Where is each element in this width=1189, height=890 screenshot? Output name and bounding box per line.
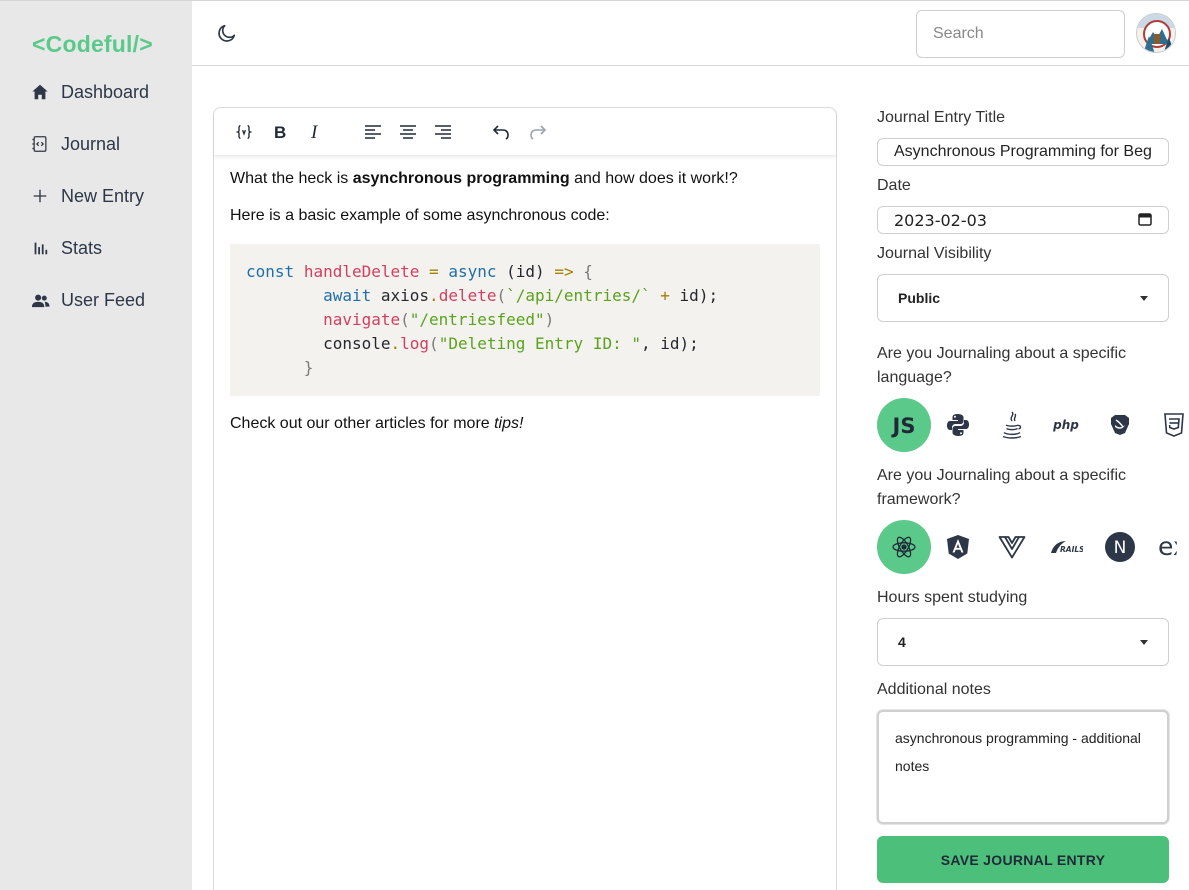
calendar-icon[interactable] <box>1138 211 1152 230</box>
hours-label: Hours spent studying <box>877 589 1028 606</box>
date-input[interactable]: 2023-02-03 <box>877 206 1169 234</box>
editor-content[interactable]: What the heck is asynchronous programmin… <box>214 156 836 433</box>
svg-text:B: B <box>274 123 286 141</box>
hours-select[interactable]: 4 <box>877 618 1169 666</box>
sidebar-item-new-entry[interactable]: New Entry <box>30 183 149 209</box>
editor-paragraph: Check out our other articles for more ti… <box>230 415 524 432</box>
svg-text:I: I <box>310 123 319 141</box>
top-bar <box>192 0 1189 66</box>
brand-logo[interactable]: <Codeful/> <box>32 31 153 58</box>
swift-icon[interactable] <box>1093 398 1147 452</box>
date-value: 2023-02-03 <box>894 210 987 230</box>
users-icon <box>30 290 50 310</box>
language-label: Are you Journaling about a specific lang… <box>877 345 1127 386</box>
editor-paragraph: What the heck is asynchronous programmin… <box>230 170 738 187</box>
date-label: Date <box>877 177 911 194</box>
visibility-label: Journal Visibility <box>877 245 992 262</box>
sidebar: <Codeful/> Dashboard Journal New Entry S… <box>0 0 192 890</box>
sidebar-item-label: User Feed <box>61 289 146 310</box>
rich-text-editor[interactable]: B I What the heck is asynchronous progra… <box>213 107 837 890</box>
java-icon[interactable] <box>985 398 1039 452</box>
align-left-icon[interactable] <box>362 121 384 143</box>
sidebar-nav: Dashboard Journal New Entry Stats User F… <box>30 79 149 339</box>
sidebar-item-user-feed[interactable]: User Feed <box>30 287 149 313</box>
sidebar-item-stats[interactable]: Stats <box>30 235 149 261</box>
code-block-icon[interactable] <box>233 121 255 143</box>
redo-icon[interactable] <box>527 121 549 143</box>
svg-text:php: php <box>1052 418 1079 432</box>
sidebar-item-label: Dashboard <box>61 81 150 102</box>
search-input[interactable] <box>916 10 1125 58</box>
svg-text:RAILS: RAILS <box>1060 545 1083 554</box>
bar-chart-icon <box>30 238 50 258</box>
bold-icon[interactable]: B <box>269 121 291 143</box>
visibility-value: Public <box>898 290 941 306</box>
svg-text:N: N <box>1114 538 1127 558</box>
hours-value: 4 <box>898 634 906 650</box>
title-label: Journal Entry Title <box>877 109 1006 126</box>
chevron-down-icon <box>1140 295 1148 301</box>
framework-options: RAILS N ex <box>877 520 1177 574</box>
php-icon[interactable]: php <box>1039 398 1093 452</box>
italic-icon[interactable]: I <box>304 121 326 143</box>
rails-icon[interactable]: RAILS <box>1039 520 1093 574</box>
react-icon[interactable] <box>877 520 931 574</box>
code-block: const handleDelete = async (id) => { awa… <box>230 244 820 396</box>
editor-paragraph: Here is a basic example of some asynchro… <box>230 207 610 224</box>
notes-label: Additional notes <box>877 681 991 698</box>
plus-icon <box>30 186 50 206</box>
avatar[interactable] <box>1136 13 1176 53</box>
notes-textarea[interactable]: asynchronous programming - additional no… <box>877 710 1169 824</box>
language-options: JS php <box>877 398 1189 452</box>
save-journal-entry-button[interactable]: SAVE JOURNAL ENTRY <box>877 836 1169 883</box>
vue-icon[interactable] <box>985 520 1039 574</box>
title-input[interactable]: Asynchronous Programming for Beg <box>877 138 1169 166</box>
framework-label: Are you Journaling about a specific fram… <box>877 467 1127 508</box>
sidebar-item-dashboard[interactable]: Dashboard <box>30 79 149 105</box>
sidebar-item-label: Stats <box>61 237 103 258</box>
align-right-icon[interactable] <box>432 121 454 143</box>
javascript-icon[interactable]: JS <box>877 398 931 452</box>
editor-toolbar: B I <box>214 108 836 156</box>
sidebar-item-label: New Entry <box>61 185 145 206</box>
chevron-down-icon <box>1140 639 1148 645</box>
svg-text:JS: JS <box>891 414 916 438</box>
home-icon <box>30 82 50 102</box>
journal-icon <box>30 134 50 154</box>
css3-icon[interactable] <box>1147 398 1189 452</box>
express-icon[interactable]: ex <box>1147 520 1177 574</box>
python-icon[interactable] <box>931 398 985 452</box>
moon-icon[interactable] <box>216 22 238 44</box>
sidebar-item-label: Journal <box>61 133 121 154</box>
align-center-icon[interactable] <box>397 121 419 143</box>
nextjs-icon[interactable]: N <box>1093 520 1147 574</box>
sidebar-item-journal[interactable]: Journal <box>30 131 149 157</box>
angular-icon[interactable] <box>931 520 985 574</box>
undo-icon[interactable] <box>490 121 512 143</box>
visibility-select[interactable]: Public <box>877 274 1169 322</box>
svg-text:ex: ex <box>1158 532 1177 561</box>
